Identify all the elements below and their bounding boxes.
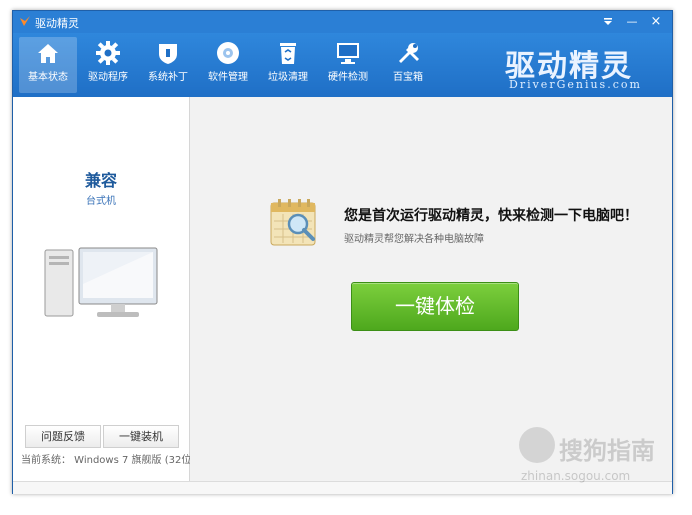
title-bar[interactable]: 驱动精灵 — × <box>13 11 672 33</box>
shield-icon <box>159 44 177 64</box>
main-toolbar: 基本状态 驱动程序 系统补丁 软件管理 垃圾清理 硬件检测 百宝箱 驱动精灵 D… <box>13 33 672 97</box>
sogou-logo-icon <box>519 427 555 463</box>
current-os-info: 当前系统： Windows 7 旗舰版 (32位) <box>21 455 196 466</box>
device-sidebar: 兼容 台式机 问题反馈 一键装机 当前系统： Windows 7 旗舰版 (32… <box>13 97 195 481</box>
home-icon <box>38 44 58 63</box>
tab-drivers[interactable]: 驱动程序 <box>79 37 137 93</box>
brand-url: DriverGenius.com <box>509 78 642 91</box>
watermark: 搜狗指南 zhinan.sogou.com <box>513 427 673 487</box>
tab-label: 软件管理 <box>208 72 248 83</box>
gear-icon <box>96 41 120 65</box>
app-window: 驱动精灵 — × 基本状态 驱动程序 系统补丁 软件管理 垃圾清理 硬件检测 百… <box>12 10 673 494</box>
tools-icon <box>399 43 419 63</box>
device-name: 兼容 <box>84 171 117 190</box>
one-click-checkup-button[interactable]: 一键体检 <box>351 282 519 331</box>
tab-basic-status[interactable]: 基本状态 <box>19 37 77 93</box>
tab-label: 基本状态 <box>28 72 68 83</box>
tab-label: 系统补丁 <box>148 72 188 83</box>
recycle-bin-icon <box>280 43 296 64</box>
dropdown-menu-button[interactable] <box>597 13 619 30</box>
one-click-install-button[interactable]: 一键装机 <box>103 425 179 448</box>
device-type: 台式机 <box>86 196 116 207</box>
welcome-subline: 驱动精灵帮您解决各种电脑故障 <box>344 234 484 245</box>
disc-icon <box>217 42 239 64</box>
app-logo-icon <box>20 16 30 26</box>
main-panel: 您是首次运行驱动精灵，快来检测一下电脑吧！ 驱动精灵帮您解决各种电脑故障 一键体… <box>190 97 672 481</box>
tab-hardware-detection[interactable]: 硬件检测 <box>319 37 377 93</box>
minimize-button[interactable]: — <box>621 13 643 30</box>
tab-junk-cleanup[interactable]: 垃圾清理 <box>259 37 317 93</box>
welcome-headline: 您是首次运行驱动精灵，快来检测一下电脑吧！ <box>344 208 638 224</box>
watermark-cn: 搜狗指南 <box>559 437 655 465</box>
tab-label: 垃圾清理 <box>268 72 308 83</box>
desktop-computer-icon <box>44 247 158 317</box>
calendar-search-icon <box>270 199 316 246</box>
window-title: 驱动精灵 <box>35 17 79 30</box>
tab-toolbox[interactable]: 百宝箱 <box>379 37 437 93</box>
tab-software-management[interactable]: 软件管理 <box>199 37 257 93</box>
feedback-button[interactable]: 问题反馈 <box>25 425 101 448</box>
monitor-icon <box>337 43 359 64</box>
tab-label: 硬件检测 <box>328 72 368 83</box>
close-button[interactable]: × <box>645 13 667 30</box>
tab-label: 百宝箱 <box>393 72 423 83</box>
tab-label: 驱动程序 <box>88 72 128 83</box>
watermark-en: zhinan.sogou.com <box>521 469 631 483</box>
brand-logo: 驱动精灵 DriverGenius.com <box>499 41 669 91</box>
dropdown-triangle-icon <box>604 18 612 25</box>
tab-system-patches[interactable]: 系统补丁 <box>139 37 197 93</box>
